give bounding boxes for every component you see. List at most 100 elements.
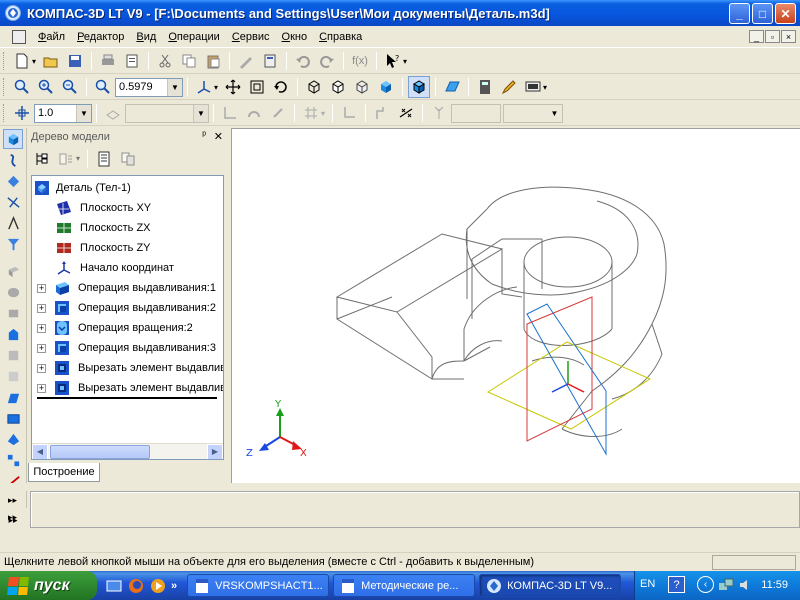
save-button[interactable] (64, 50, 86, 72)
redo-icon[interactable] (316, 50, 338, 72)
scroll-right-icon[interactable]: ▶ (207, 443, 223, 459)
expand-icon[interactable]: + (37, 363, 46, 373)
zoom-in-icon[interactable] (35, 76, 57, 98)
tree-structure-icon[interactable] (31, 148, 53, 170)
menu-view[interactable]: Вид (130, 29, 162, 45)
media-player-icon[interactable] (149, 577, 167, 595)
sketch-pencil-icon[interactable] (498, 76, 520, 98)
auxiliary-geometry-icon[interactable] (3, 192, 23, 212)
tray-expand-icon[interactable]: ‹ (697, 576, 714, 593)
new-document-button[interactable] (11, 50, 33, 72)
tree-item-plane-zy[interactable]: Плоскость ZY (56, 238, 151, 258)
tree-item-cut-1[interactable]: + Вырезать элемент выдавливания:1 (37, 358, 223, 378)
menu-edit[interactable]: Редактор (71, 29, 130, 45)
panel-splitter[interactable] (0, 483, 800, 491)
menu-help[interactable]: Справка (313, 29, 368, 45)
print-button[interactable] (97, 50, 119, 72)
help-tray-icon[interactable]: ? (668, 576, 685, 593)
cut-icon[interactable] (154, 50, 176, 72)
library-icon[interactable] (259, 50, 281, 72)
zoom-out-icon[interactable] (59, 76, 81, 98)
formula-button[interactable]: f(x) (349, 50, 371, 72)
extrude-tool-icon[interactable] (3, 261, 23, 281)
help-dropdown-icon[interactable]: ▾ (403, 57, 407, 66)
properties-icon[interactable] (235, 50, 257, 72)
rotate-tool-icon[interactable] (3, 282, 23, 302)
edit-details-icon[interactable] (3, 129, 23, 149)
pin-icon[interactable]: ᵖ (202, 130, 206, 141)
paste-icon[interactable] (202, 50, 224, 72)
hidden-thin-icon[interactable] (351, 76, 373, 98)
task-kompas[interactable]: КОМПАС-3D LT V9... (479, 574, 622, 597)
document-icon[interactable] (12, 29, 26, 44)
context-help-icon[interactable]: ? (382, 50, 404, 72)
expand-icon[interactable]: + (37, 323, 46, 333)
snap-points-icon[interactable] (395, 102, 417, 124)
menu-service[interactable]: Сервис (226, 29, 276, 45)
expand-icon[interactable]: + (37, 343, 46, 353)
chamfer-icon[interactable] (3, 408, 23, 428)
language-indicator[interactable]: EN (640, 578, 655, 590)
firefox-icon[interactable] (127, 577, 145, 595)
tree-item-cut-2[interactable]: + Вырезать элемент выдавливания:2 (37, 378, 223, 398)
doc-restore-button[interactable]: ▫ (765, 30, 780, 43)
task-methodical[interactable]: Методические ре... (333, 574, 476, 597)
tree-item-plane-xy[interactable]: Плоскость XY (56, 198, 151, 218)
kompas-app-icon[interactable] (5, 5, 21, 21)
chevron-down-icon[interactable]: ▼ (76, 104, 91, 122)
zoom-scale-icon[interactable] (92, 76, 114, 98)
show-desktop-icon[interactable] (105, 577, 123, 595)
fillet-icon[interactable] (3, 387, 23, 407)
menu-operations[interactable]: Операции (162, 29, 225, 45)
display-settings-icon[interactable] (522, 76, 544, 98)
tree-item-plane-zx[interactable]: Плоскость ZX (56, 218, 151, 238)
expand-icon[interactable]: + (37, 283, 46, 293)
tree-relations-icon[interactable] (117, 148, 139, 170)
shaded-icon[interactable] (375, 76, 397, 98)
cut-extrude-icon[interactable] (3, 345, 23, 365)
cursor-step-icon[interactable] (11, 102, 33, 124)
close-icon[interactable]: ✕ (214, 130, 223, 143)
shaded-edges-icon[interactable] (408, 76, 431, 98)
start-button[interactable]: пуск (0, 571, 97, 600)
hidden-lines-icon[interactable] (327, 76, 349, 98)
doc-close-button[interactable]: × (781, 30, 796, 43)
step-combo[interactable]: 1.0 ▼ (34, 103, 92, 123)
doc-minimize-button[interactable]: _ (749, 30, 764, 43)
chevron-down-icon[interactable]: ▼ (167, 78, 182, 96)
tree-item-origin[interactable]: Начало координат (56, 258, 174, 278)
tree-mode-dropdown-icon[interactable]: ▾ (76, 154, 80, 163)
shell-icon[interactable] (3, 429, 23, 449)
tree-item-extrude-3[interactable]: + Операция выдавливания:3 (37, 338, 216, 358)
tree-horizontal-scrollbar[interactable]: ◀ ▶ (32, 443, 223, 459)
orientation-icon[interactable] (193, 76, 215, 98)
open-button[interactable] (40, 50, 62, 72)
rotate-icon[interactable] (270, 76, 292, 98)
array-icon[interactable] (3, 450, 23, 470)
maximize-button[interactable]: □ (752, 3, 773, 24)
surfaces-icon[interactable] (3, 171, 23, 191)
minimize-button[interactable]: _ (729, 3, 750, 24)
preview-button[interactable] (121, 50, 143, 72)
expand-icon[interactable]: + (37, 303, 46, 313)
orientation-dropdown-icon[interactable]: ▾ (214, 83, 218, 92)
wireframe-icon[interactable] (303, 76, 325, 98)
scroll-left-icon[interactable]: ◀ (32, 443, 48, 459)
new-dropdown-icon[interactable]: ▾ (32, 57, 36, 66)
tree-document-icon[interactable] (93, 148, 115, 170)
network-icon[interactable] (718, 577, 734, 593)
copy-icon[interactable] (178, 50, 200, 72)
undo-icon[interactable] (292, 50, 314, 72)
zoom-scale-combo[interactable]: 0.5979 ▼ (115, 77, 183, 97)
measure-icon[interactable] (3, 213, 23, 233)
zoom-all-icon[interactable] (246, 76, 268, 98)
quick-launch-more[interactable]: » (171, 580, 177, 592)
display-dropdown-icon[interactable]: ▾ (543, 83, 547, 92)
filter-icon[interactable] (3, 234, 23, 254)
kinematic-tool-icon[interactable] (3, 303, 23, 323)
tree-view-mode-icon[interactable] (55, 148, 77, 170)
task-vrskompshact[interactable]: VRSKOMPSHACT1... (187, 574, 330, 597)
expand-icon[interactable]: + (37, 383, 46, 393)
menu-window[interactable]: Окно (276, 29, 314, 45)
tree-item-extrude-1[interactable]: + Операция выдавливания:1 (37, 278, 216, 298)
